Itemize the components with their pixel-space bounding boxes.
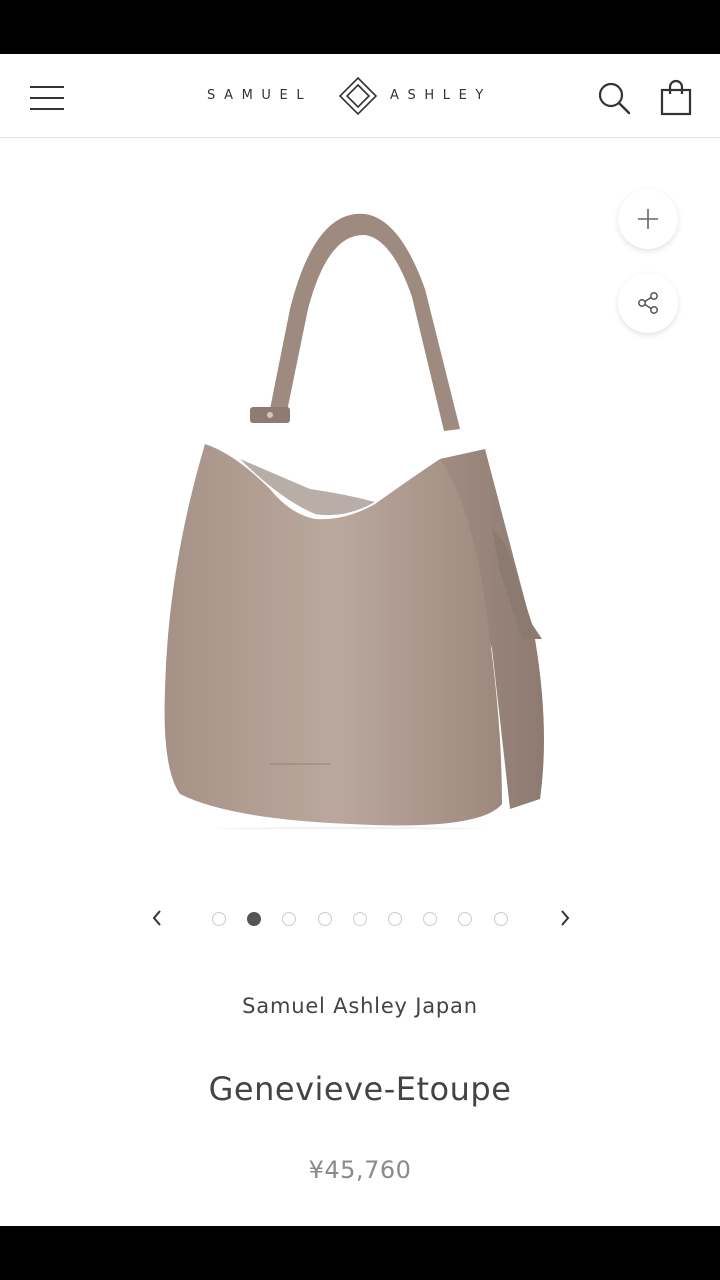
share-icon bbox=[638, 292, 658, 314]
slide-dot[interactable] bbox=[352, 912, 367, 926]
hamburger-menu-icon bbox=[30, 86, 64, 110]
next-slide-button[interactable] bbox=[553, 906, 577, 930]
share-button[interactable] bbox=[618, 273, 678, 333]
slide-dot[interactable] bbox=[388, 912, 402, 926]
slide-dot[interactable] bbox=[317, 912, 332, 926]
slide-dot[interactable] bbox=[423, 912, 438, 926]
navigation-bar bbox=[0, 1226, 720, 1280]
zoom-button[interactable] bbox=[618, 189, 678, 249]
slider-navigation bbox=[0, 904, 720, 934]
product-image[interactable] bbox=[140, 169, 580, 829]
status-bar bbox=[0, 0, 720, 54]
product-title: Genevieve-Etoupe bbox=[208, 1070, 512, 1108]
menu-button[interactable] bbox=[28, 82, 66, 112]
shopping-bag-icon bbox=[660, 79, 692, 116]
logo-text-right: ASHLEY bbox=[390, 88, 492, 103]
diamond-logo-icon bbox=[338, 76, 378, 116]
slide-dot[interactable] bbox=[493, 912, 508, 926]
product-page: SAMUEL ASHLEY Samuel Ashley Japan Genevi… bbox=[0, 54, 720, 1226]
previous-slide-button[interactable] bbox=[145, 906, 169, 930]
logo-text-left: SAMUEL bbox=[207, 88, 313, 103]
search-icon bbox=[598, 82, 631, 115]
product-gallery[interactable] bbox=[0, 139, 720, 899]
slide-dot[interactable] bbox=[458, 912, 473, 926]
slide-dot[interactable] bbox=[212, 912, 226, 926]
search-button[interactable] bbox=[596, 80, 632, 116]
product-vendor[interactable]: Samuel Ashley Japan bbox=[0, 994, 720, 1018]
product-price: ¥45,760 bbox=[308, 1156, 412, 1184]
site-header: SAMUEL ASHLEY bbox=[0, 54, 720, 138]
chevron-right-icon bbox=[561, 910, 570, 926]
plus-icon bbox=[638, 209, 658, 229]
cart-button[interactable] bbox=[656, 78, 696, 118]
chevron-left-icon bbox=[152, 910, 161, 926]
brand-logo[interactable]: SAMUEL ASHLEY bbox=[200, 76, 520, 116]
slide-dot[interactable] bbox=[247, 912, 262, 926]
slide-dot[interactable] bbox=[282, 912, 297, 926]
